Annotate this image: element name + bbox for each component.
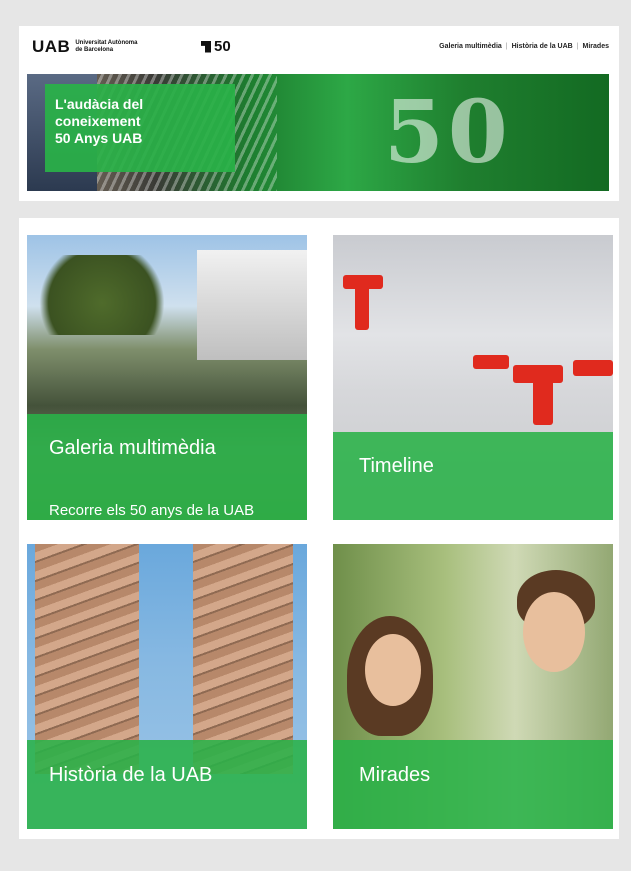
logo-sub-line1: Universitat Autònoma	[75, 40, 138, 46]
anniversary-number: 50	[214, 38, 231, 55]
uab-logo[interactable]: UAB Universitat Autònoma de Barcelona	[32, 37, 137, 56]
top-navigation: Galeria multimèdia | Història de la UAB …	[439, 43, 609, 50]
tiles-card: Galeria multimèdia Recorre els 50 anys d…	[19, 218, 619, 839]
pin-graphic	[473, 355, 509, 369]
tile-historia-uab[interactable]: Història de la UAB	[27, 544, 307, 829]
historia-title: Història de la UAB	[49, 764, 213, 786]
galeria-trees	[27, 255, 177, 335]
tile-timeline[interactable]: Timeline	[333, 235, 613, 520]
banner-big-number: 50	[384, 82, 512, 183]
nav-galeria[interactable]: Galeria multimèdia	[439, 43, 502, 50]
hero-banner[interactable]: 50 L'audàcia del coneixement 50 Anys UAB	[27, 74, 609, 191]
pin-graphic	[573, 360, 613, 376]
person-face	[365, 634, 421, 706]
anniversary-mark-icon	[201, 40, 211, 53]
banner-text: L'audàcia del coneixement 50 Anys UAB	[55, 96, 143, 147]
timeline-title: Timeline	[359, 455, 434, 477]
nav-separator: |	[576, 43, 579, 50]
logo-text: UAB	[32, 37, 71, 56]
anniversary-logo[interactable]: 50	[201, 38, 231, 55]
person-face	[523, 592, 585, 672]
banner-line-2: coneixement	[55, 113, 141, 129]
tile-galeria-multimedia[interactable]: Galeria multimèdia Recorre els 50 anys d…	[27, 235, 307, 520]
banner-text-box: L'audàcia del coneixement 50 Anys UAB	[45, 84, 235, 172]
logo-subtitle: Universitat Autònoma de Barcelona	[75, 40, 137, 54]
header-card: UAB Universitat Autònoma de Barcelona 50…	[19, 26, 619, 201]
nav-mirades[interactable]: Mirades	[583, 43, 609, 50]
galeria-subtitle: Recorre els 50 anys de la UAB	[49, 502, 255, 519]
galeria-building	[197, 250, 307, 360]
nav-historia[interactable]: Història de la UAB	[512, 43, 573, 50]
tile-mirades[interactable]: Mirades	[333, 544, 613, 829]
mirades-title: Mirades	[359, 764, 431, 786]
pin-graphic	[355, 285, 369, 330]
banner-line-3: 50 Anys UAB	[55, 130, 143, 146]
galeria-title: Galeria multimèdia	[49, 437, 216, 459]
pin-graphic	[533, 375, 553, 425]
logo-sub-line2: de Barcelona	[75, 47, 114, 53]
nav-separator: |	[505, 43, 508, 50]
banner-line-1: L'audàcia del	[55, 96, 144, 112]
